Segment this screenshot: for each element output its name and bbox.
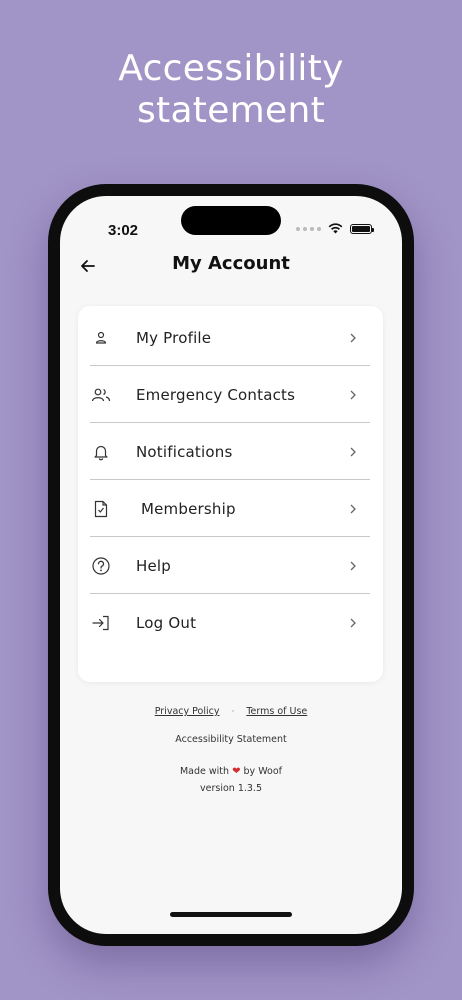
legal-links: Privacy Policy · Terms of Use xyxy=(60,706,402,717)
people-icon xyxy=(90,384,112,406)
menu-item-label: Log Out xyxy=(136,613,197,632)
made-suffix: by Woof xyxy=(243,766,282,777)
account-menu-card: My Profile Emergency Contacts Notificati… xyxy=(78,306,383,682)
menu-item-label: Notifications xyxy=(136,442,233,461)
made-with-text: Made with ❤ by Woof xyxy=(60,766,402,777)
menu-item-emergency-contacts[interactable]: Emergency Contacts xyxy=(90,366,370,423)
chevron-right-icon xyxy=(350,390,356,399)
logout-icon xyxy=(90,612,112,634)
document-check-icon xyxy=(90,498,112,520)
chevron-right-icon xyxy=(350,333,356,342)
app-screen: 3:02 My Account My Profile Emergency Con… xyxy=(60,196,402,934)
heart-icon: ❤ xyxy=(232,766,241,777)
bell-icon xyxy=(90,441,112,463)
phone-frame: 3:02 My Account My Profile Emergency Con… xyxy=(48,184,414,946)
home-indicator xyxy=(170,912,292,917)
chevron-right-icon xyxy=(350,504,356,513)
menu-item-label: Emergency Contacts xyxy=(136,385,296,404)
menu-item-label: Help xyxy=(136,556,171,575)
menu-item-log-out[interactable]: Log Out xyxy=(90,594,370,651)
battery-icon xyxy=(350,223,374,234)
question-circle-icon xyxy=(90,555,112,577)
privacy-policy-link[interactable]: Privacy Policy xyxy=(155,706,220,717)
menu-item-label: Membership xyxy=(136,499,236,518)
person-icon xyxy=(90,327,112,349)
menu-item-help[interactable]: Help xyxy=(90,537,370,594)
version-text: version 1.3.5 xyxy=(200,783,262,794)
menu-item-my-profile[interactable]: My Profile xyxy=(90,309,370,366)
status-time: 3:02 xyxy=(108,222,139,239)
wifi-icon xyxy=(328,223,343,234)
headline: Accessibility statement xyxy=(118,48,344,131)
accessibility-statement-link[interactable]: Accessibility Statement xyxy=(60,734,402,745)
separator: · xyxy=(231,706,235,717)
menu-item-notifications[interactable]: Notifications xyxy=(90,423,370,480)
terms-of-use-link[interactable]: Terms of Use xyxy=(246,706,307,717)
signal-icon xyxy=(296,226,321,231)
chevron-right-icon xyxy=(350,618,356,627)
made-prefix: Made with xyxy=(179,766,230,777)
status-icons xyxy=(296,223,374,234)
page-title: My Account xyxy=(172,253,290,274)
dynamic-island xyxy=(181,206,281,235)
menu-item-membership[interactable]: Membership xyxy=(90,480,370,537)
chevron-right-icon xyxy=(350,447,356,456)
chevron-right-icon xyxy=(350,561,356,570)
footer: Privacy Policy · Terms of Use Accessibil… xyxy=(60,706,402,794)
menu-item-label: My Profile xyxy=(136,328,212,347)
